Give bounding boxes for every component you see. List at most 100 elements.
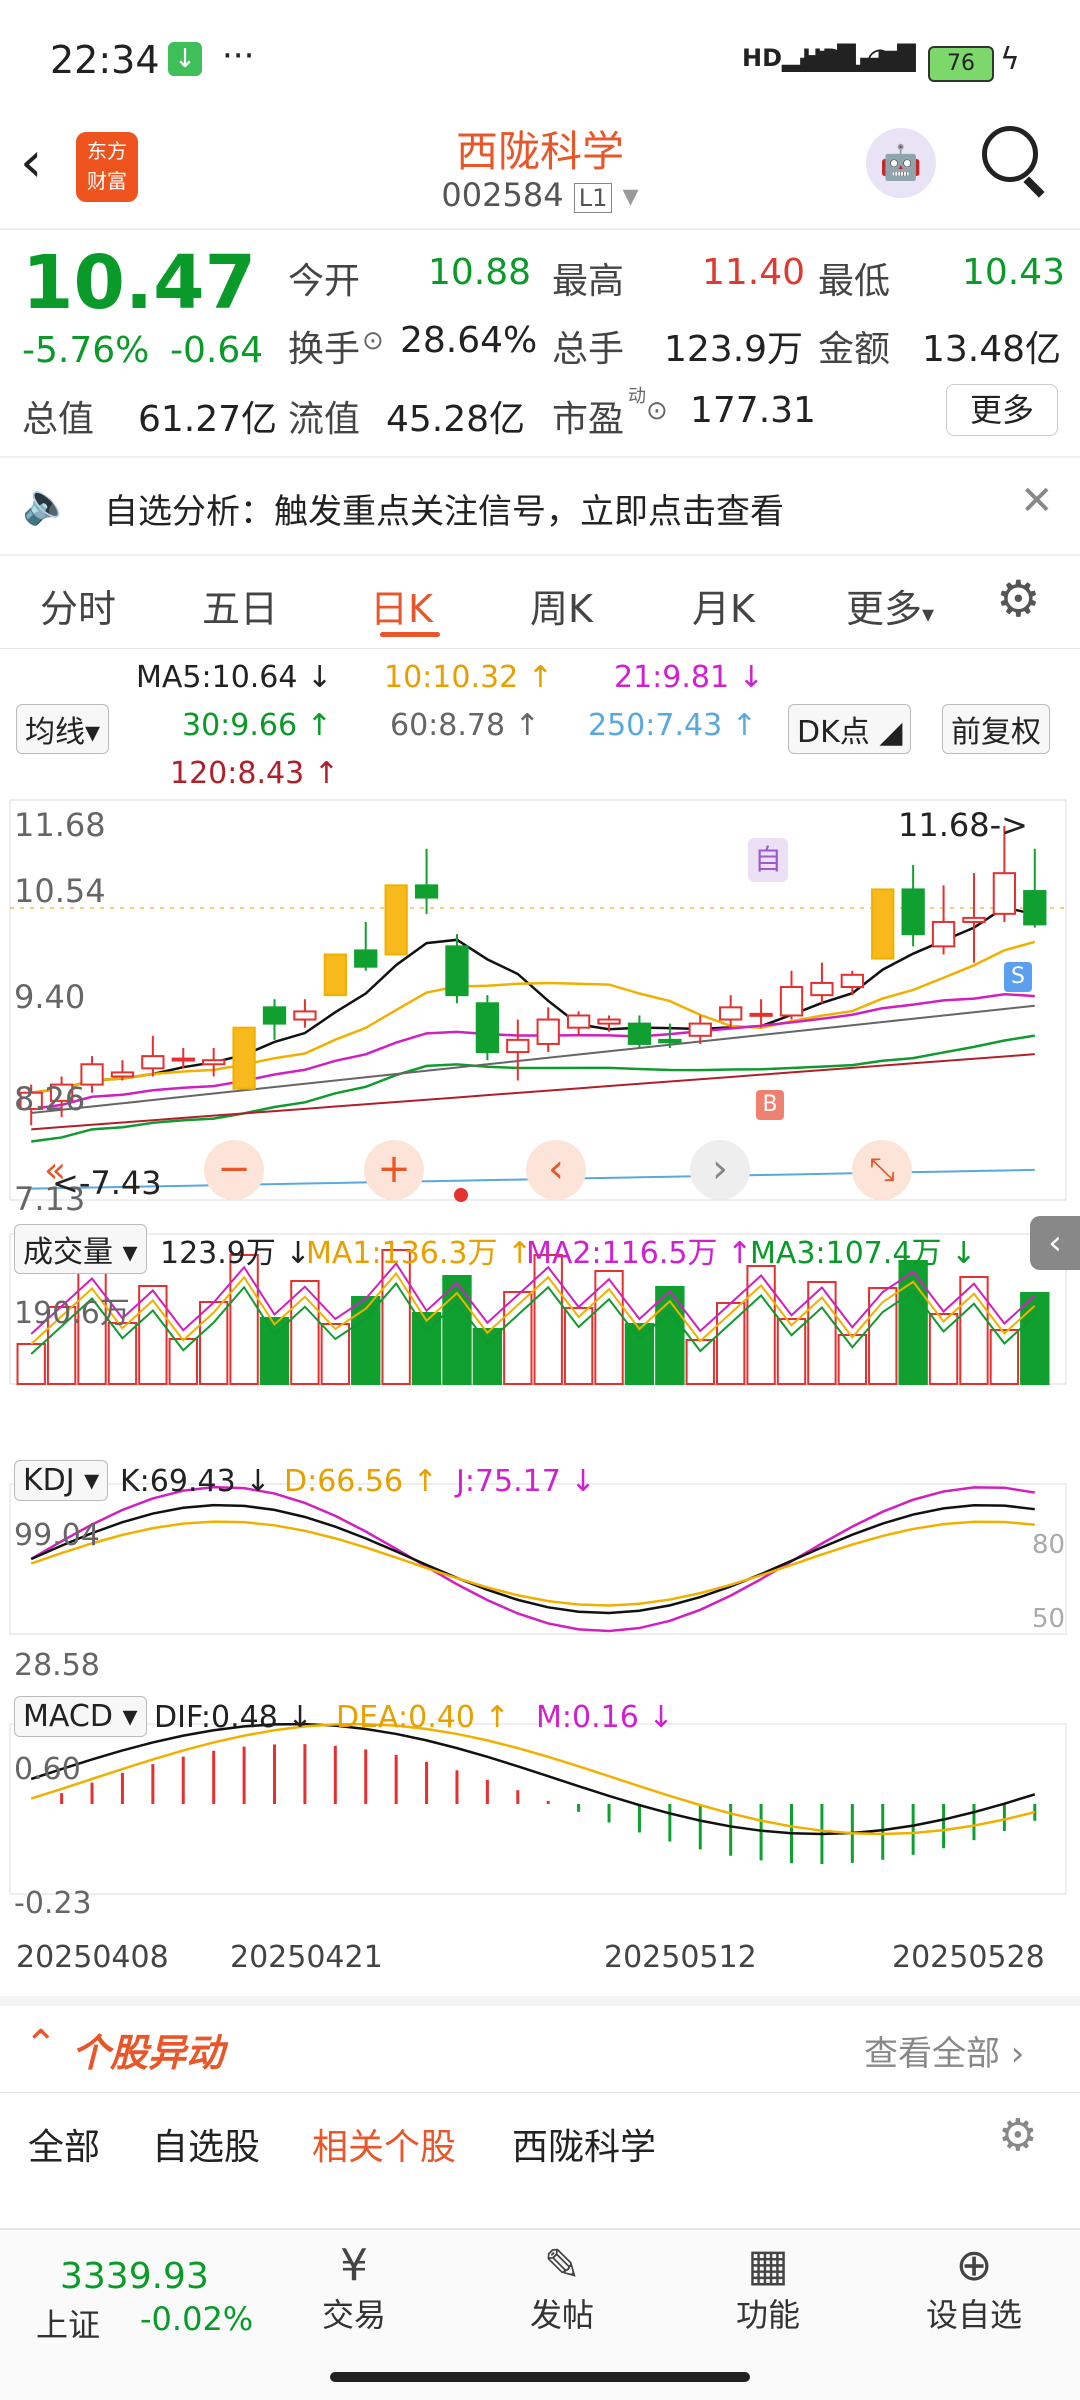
nav-add-watch[interactable]: 设自选 [914,2290,1034,2336]
turnover-label: 换手 [288,329,361,370]
chevron-down-icon: ▾ [622,176,639,214]
indicator-dot [454,1188,468,1202]
change-value: -0.64 [170,330,264,371]
tab-zhouk[interactable]: 周K [530,578,593,633]
axis-low1: 8.26 [14,1080,86,1118]
amount-value: 13.48亿 [922,329,1062,370]
axis-top: 11.68 [14,806,106,844]
ma120-value: 120:8.43 ↑ [170,756,339,791]
candle-body [354,949,378,968]
pe-value: 177.31 [690,390,816,431]
nav-post[interactable]: 发帖 [502,2290,622,2336]
zoom-out-button[interactable]: − [204,1140,264,1200]
tab-fenshi[interactable]: 分时 [40,578,116,633]
candle-body [962,916,986,923]
kdj-k: K:69.43 ↓ [120,1464,271,1499]
signal-s[interactable]: S [1004,962,1032,992]
candle-body [384,884,408,956]
subtab-settings-icon[interactable]: ⚙ [998,2110,1037,2161]
tab-rik[interactable]: 日K [370,578,433,633]
next-button[interactable]: › [690,1140,750,1200]
index-name: 上证 [36,2306,101,2344]
collapse-panel-button[interactable]: ‹ [1030,1216,1080,1270]
tab-yuek[interactable]: 月K [692,578,755,633]
float-value: 45.28亿 [386,399,526,440]
volume-bar [229,1254,259,1385]
ma30-text: 30:9.66 [182,708,298,743]
adjust-select[interactable]: 前复权 [942,704,1050,754]
add-watch-icon[interactable]: ⊕ [914,2240,1034,2291]
kdj-line80: 80 [1032,1530,1066,1560]
kdj-d-line [30,1520,1035,1607]
kdj-axis-top: 99.04 [14,1518,100,1553]
ma10-line [31,940,1036,1094]
candle-body [445,945,469,997]
download-icon: ↓ [168,42,202,76]
volume-value: 123.9万 [664,329,804,370]
post-icon[interactable]: ✎ [502,2240,622,2291]
status-time: 22:34 [50,38,160,82]
signal2-icon: HD▂▄▆█ [802,44,916,72]
scroll-left-icon[interactable]: « [44,1150,66,1191]
macd-axis-bottom: -0.23 [14,1886,92,1921]
macd-select[interactable]: MACD ▾ [14,1696,147,1737]
kdj-d-text: D:66.56 [284,1464,404,1499]
kdj-j-text: J:75.17 [456,1464,561,1499]
search-icon[interactable] [982,126,1038,182]
nav-function[interactable]: 功能 [708,2290,828,2336]
chevron-down-icon: ▾ [922,600,935,628]
more-dots-icon: ··· [222,36,255,76]
signal-b[interactable]: B [756,1090,784,1120]
ma10-text: 10:10.32 [384,660,519,695]
zoom-in-button[interactable]: + [364,1140,424,1200]
assistant-robot-icon[interactable]: 🤖 [866,128,936,198]
trade-icon[interactable]: ¥ [294,2240,414,2291]
macd-dea-text: DEA:0.40 [336,1700,475,1735]
ma5-text: MA5:10.64 [136,660,298,695]
settings-gear-icon[interactable]: ⚙ [996,570,1041,628]
candle-body [171,1057,195,1062]
subtab-stock[interactable]: 西陇科学 [512,2118,656,2170]
volume-now-text: 123.9万 [160,1236,276,1271]
volume-bar [685,1339,715,1385]
candle-body [141,1055,165,1070]
banner-text[interactable]: 自选分析：触发重点关注信号，立即点击查看 [104,484,784,533]
info-icon[interactable]: ⊙ [362,326,384,356]
wifi-icon: ◠ [866,40,894,78]
candle-body [293,1010,317,1021]
close-icon[interactable]: ✕ [1020,478,1054,524]
more-button[interactable]: 更多 [946,384,1058,436]
signal-zi[interactable]: 自 [748,838,788,882]
kline-chart[interactable] [0,796,1080,1996]
tab-wuri[interactable]: 五日 [202,578,278,633]
candle-body [323,953,347,997]
volume-select[interactable]: 成交量 ▾ [14,1224,147,1274]
ma60-text: 60:8.78 [390,708,506,743]
macd-dif: DIF:0.48 ↓ [154,1700,313,1735]
ma250-value: 250:7.43 ↑ [588,708,757,743]
pe-info-icon[interactable]: ⊙ [646,396,668,426]
tab-more[interactable]: 更多▾ [846,578,934,633]
prev-button[interactable]: ‹ [526,1140,586,1200]
ma-select[interactable]: 均线▾ [16,704,110,754]
volume-bar [351,1296,381,1385]
candle-body [992,872,1017,915]
vol-ma1-text: MA1:136.3万 [306,1236,498,1271]
nav-trade[interactable]: 交易 [294,2290,414,2336]
vol-ma3-text: MA3:107.4万 [750,1236,942,1271]
macd-dea-line [30,1722,1036,1836]
kdj-line50: 50 [1032,1604,1066,1634]
function-grid-icon[interactable]: ▦ [708,2240,828,2291]
low-marker: <-7.43 [52,1164,162,1202]
subtab-all[interactable]: 全部 [28,2118,100,2170]
subtab-watchlist[interactable]: 自选股 [152,2118,260,2170]
fullscreen-icon[interactable]: ⤡ [852,1140,912,1200]
index-value[interactable]: 3339.93 [60,2256,209,2297]
low-label: 最低 [818,261,891,302]
candle-body [202,1059,226,1066]
subtab-related[interactable]: 相关个股 [312,2118,456,2170]
kdj-select[interactable]: KDJ ▾ [14,1460,109,1501]
dk-point-select[interactable]: DK点 ◢ [788,704,912,754]
macd-m: M:0.16 ↓ [536,1700,674,1735]
view-all-link[interactable]: 查看全部 › [864,2026,1024,2075]
